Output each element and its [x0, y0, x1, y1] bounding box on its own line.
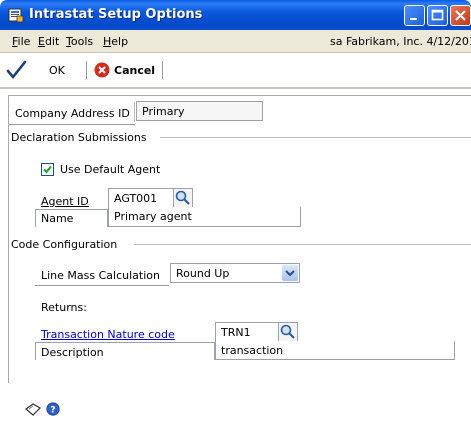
row-border-left: [35, 342, 36, 360]
line-mass-value: Round Up: [176, 267, 230, 280]
agent-id-input[interactable]: AGT001: [108, 188, 174, 208]
magnifier-icon: [280, 324, 295, 339]
cancel-button[interactable]: Cancel: [90, 57, 160, 83]
toolbar-separator: [86, 61, 87, 79]
ok-label: OK: [49, 64, 65, 77]
section-divider: [134, 244, 471, 245]
use-default-agent-label: Use Default Agent: [60, 163, 161, 176]
underline: [35, 285, 169, 286]
menu-bar: File Edit Tools Help sa Fabrikam, Inc. 4…: [0, 30, 471, 53]
toolbar: OK Cancel: [0, 53, 471, 89]
dropdown-button[interactable]: [282, 265, 298, 281]
title-bar: Intrastat Setup Options: [0, 0, 471, 30]
help-icon[interactable]: ?: [46, 402, 60, 416]
divider: [134, 102, 135, 122]
cancel-label: Cancel: [114, 64, 156, 77]
section-divider: [160, 137, 471, 138]
agent-name-field: Primary agent: [108, 207, 301, 227]
note-icon[interactable]: [25, 403, 41, 417]
menu-help-label: elp: [111, 35, 129, 48]
company-address-id-label: Company Address ID: [15, 107, 130, 120]
line-mass-label: Line Mass Calculation: [41, 269, 160, 282]
declaration-section-title: Declaration Submissions: [11, 131, 147, 144]
menu-file-label: ile: [17, 35, 31, 48]
row-border-left: [35, 209, 36, 227]
toolbar-separator: [162, 61, 163, 79]
close-button[interactable]: [450, 5, 471, 26]
checkmark-icon: [43, 165, 52, 174]
transaction-nature-lookup-button[interactable]: [278, 322, 298, 342]
ok-button[interactable]: OK: [2, 57, 86, 83]
maximize-button[interactable]: [427, 5, 448, 26]
minimize-icon: [410, 18, 417, 20]
chevron-down-icon: [285, 270, 295, 277]
underline: [9, 124, 135, 125]
transaction-nature-link[interactable]: Transaction Nature code: [41, 328, 175, 341]
company-info: sa Fabrikam, Inc. 4/12/2017: [330, 35, 471, 48]
menu-edit[interactable]: Edit: [38, 35, 59, 48]
window-title: Intrastat Setup Options: [29, 7, 203, 22]
agent-id-label[interactable]: Agent ID: [41, 195, 89, 208]
menu-file[interactable]: File: [12, 35, 30, 48]
maximize-icon: [431, 9, 444, 21]
close-icon: [455, 10, 466, 21]
magnifier-icon: [175, 190, 190, 205]
line-mass-select[interactable]: Round Up: [170, 263, 300, 283]
use-default-agent-checkbox[interactable]: [41, 163, 54, 176]
name-label: Name: [41, 212, 74, 225]
cancel-x-icon: [94, 62, 110, 78]
form-panel: Company Address ID Primary Declaration S…: [8, 95, 471, 384]
menu-edit-label: dit: [44, 35, 60, 48]
checkmark-icon: [6, 60, 27, 80]
description-label: Description: [41, 346, 104, 359]
menu-tools[interactable]: Tools: [66, 35, 93, 48]
menu-tools-label: ools: [70, 35, 94, 48]
agent-id-lookup-button[interactable]: [173, 188, 193, 208]
app-icon: [8, 8, 24, 23]
footer: ?: [0, 383, 471, 429]
code-config-section-title: Code Configuration: [11, 238, 118, 251]
menu-edit-accel: E: [38, 35, 45, 48]
svg-text:?: ?: [50, 406, 55, 416]
menu-help[interactable]: Help: [103, 35, 128, 48]
description-field: transaction: [215, 341, 455, 360]
transaction-nature-input[interactable]: TRN1: [215, 322, 279, 342]
returns-label: Returns:: [41, 301, 87, 314]
minimize-button[interactable]: [404, 5, 425, 26]
company-address-id-field: Primary: [136, 101, 263, 121]
